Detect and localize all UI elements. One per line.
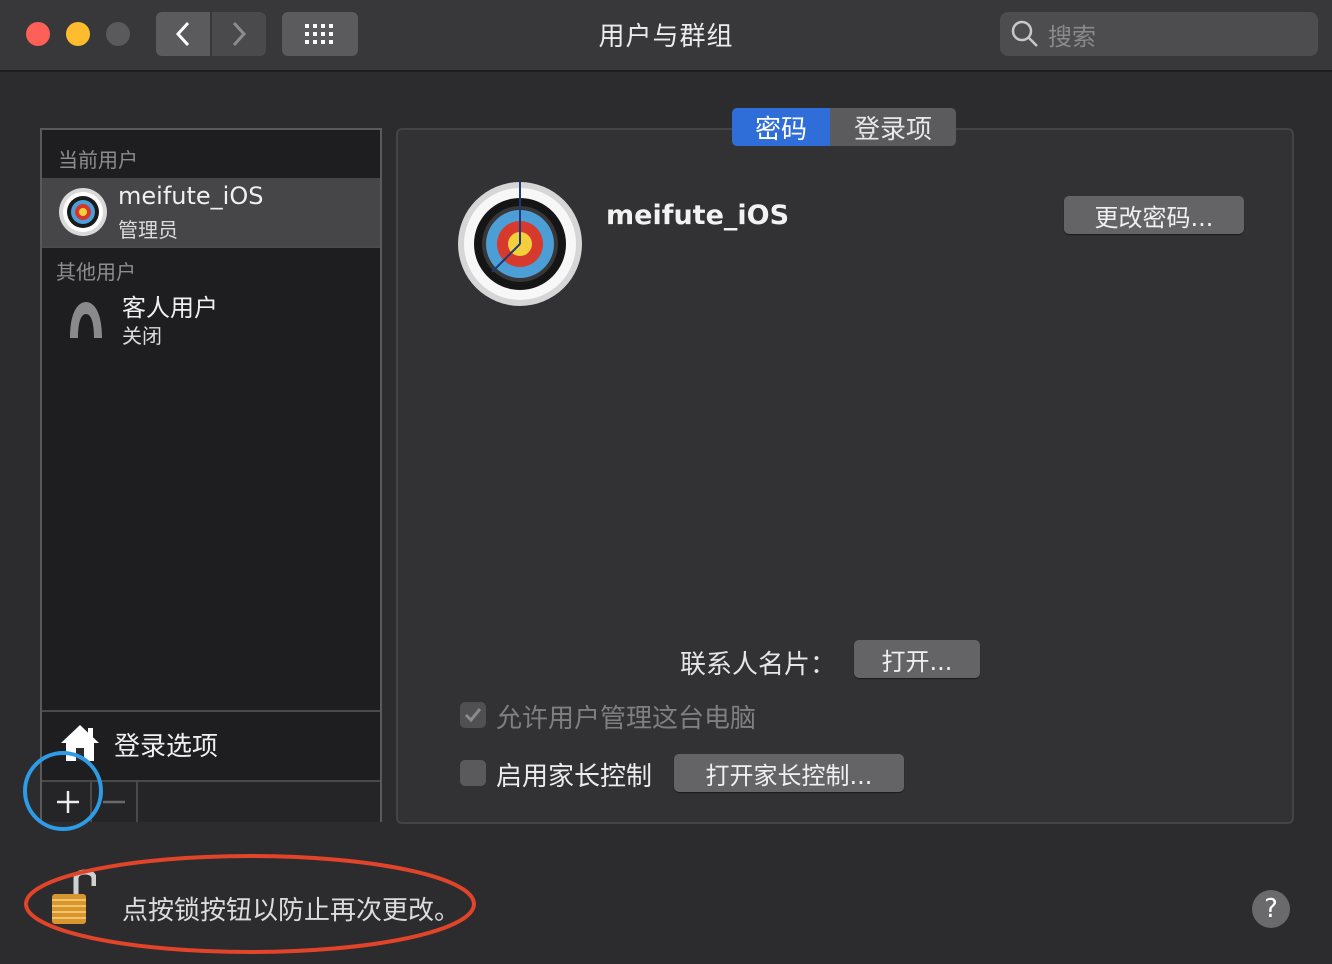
annotation-circle: [23, 751, 103, 831]
current-user-name: meifute_iOS: [118, 182, 264, 210]
parental-controls-checkbox[interactable]: [460, 760, 486, 786]
login-options-label: 登录选项: [114, 732, 219, 762]
guest-user-status: 关闭: [122, 324, 162, 348]
open-parental-controls-button[interactable]: 打开家长控制...: [674, 754, 904, 792]
parental-controls-label: 启用家长控制: [496, 762, 653, 792]
search-field[interactable]: 搜索: [1000, 12, 1318, 56]
tab-password[interactable]: 密码: [732, 108, 830, 146]
allow-admin-checkbox[interactable]: [460, 702, 486, 728]
user-row-current[interactable]: meifute_iOS 管理员: [42, 178, 380, 246]
target-avatar-icon: [59, 188, 107, 236]
allow-admin-label: 允许用户管理这台电脑: [496, 704, 757, 734]
contact-card-label: 联系人名片：: [680, 650, 837, 680]
user-row-guest[interactable]: 客人用户 关闭: [42, 286, 380, 354]
annotation-ellipse: [24, 854, 476, 954]
detail-username: meifute_iOS: [606, 200, 790, 231]
change-password-button[interactable]: 更改密码...: [1064, 196, 1244, 234]
checkmark-icon: [464, 708, 482, 723]
current-users-header: 当前用户: [58, 148, 138, 172]
title-bar: 用户与群组 搜索: [0, 0, 1332, 72]
target-avatar-large-icon[interactable]: [456, 180, 584, 308]
user-list: 当前用户 meifute_iOS 管理员 其他用户 客人用户 关闭 登录选项: [40, 128, 382, 822]
search-icon: [1011, 20, 1038, 47]
current-user-role: 管理员: [118, 218, 178, 242]
toolbar-separator: [136, 782, 138, 822]
open-contact-button[interactable]: 打开...: [854, 640, 980, 678]
detail-panel: meifute_iOS 更改密码... 联系人名片： 打开... 允许用户管理这…: [396, 128, 1294, 824]
other-users-header: 其他用户: [56, 260, 136, 284]
guest-user-icon: [70, 302, 102, 338]
guest-user-name: 客人用户: [122, 294, 218, 322]
list-divider: [42, 246, 380, 248]
search-placeholder: 搜索: [1048, 22, 1096, 51]
tab-login-items[interactable]: 登录项: [830, 108, 956, 146]
help-button[interactable]: ?: [1252, 890, 1290, 928]
